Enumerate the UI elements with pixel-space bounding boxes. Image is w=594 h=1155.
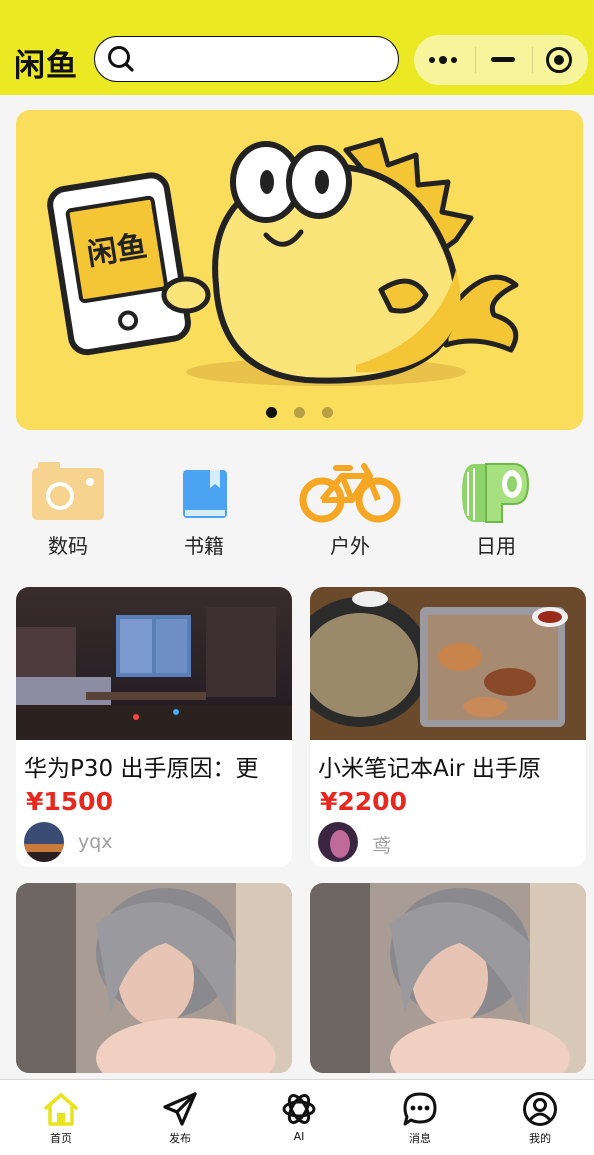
app-logo: 闲鱼 [14, 48, 78, 84]
camera-icon [32, 462, 104, 520]
category-daily[interactable]: 日用 [436, 460, 556, 560]
search-icon [108, 46, 134, 72]
product-image [16, 587, 292, 740]
product-image [310, 587, 586, 740]
category-label: 书籍 [184, 534, 224, 558]
product-title: 华为P30 出手原因：更 [24, 756, 259, 782]
banner-carousel[interactable]: 闲鱼 [16, 110, 583, 430]
carousel-dot[interactable] [265, 407, 277, 418]
avatar[interactable] [24, 822, 64, 862]
tab-ai[interactable]: AI [240, 1080, 358, 1155]
minimize-button[interactable] [474, 35, 532, 85]
product-image [310, 883, 586, 1073]
tissue-roll-icon [462, 463, 530, 523]
search-input[interactable] [94, 36, 399, 82]
seller-name: 鸢 [372, 835, 392, 857]
tab-label: 我的 [529, 1132, 551, 1145]
product-card[interactable] [16, 883, 292, 1073]
product-card[interactable]: 小米笔记本Air 出手原 ¥2200 鸢 [310, 587, 586, 867]
category-label: 日用 [476, 534, 516, 558]
header-bar: 闲鱼 [0, 0, 594, 95]
tab-profile[interactable]: 我的 [481, 1080, 594, 1155]
bicycle-icon [299, 463, 401, 523]
more-button[interactable] [414, 35, 472, 85]
category-label: 数码 [48, 534, 88, 558]
home-icon [44, 1093, 78, 1126]
product-card[interactable]: 华为P30 出手原因：更 ¥1500 yqx [16, 587, 292, 867]
tab-label: 消息 [409, 1132, 431, 1145]
bottom-tab-bar: 首页 发布 AI 消息 我的 [0, 1079, 594, 1155]
category-label: 户外 [330, 534, 370, 558]
send-icon [163, 1092, 197, 1126]
product-price: ¥1500 [26, 787, 113, 816]
seller-name: yqx [78, 831, 113, 853]
tab-label: 首页 [50, 1132, 72, 1145]
tab-label: 发布 [169, 1132, 191, 1145]
carousel-indicator [16, 403, 583, 422]
category-outdoor[interactable]: 户外 [290, 460, 410, 560]
mini-program-capsule [414, 35, 588, 85]
fish-mascot-illustration: 闲鱼 [47, 137, 519, 386]
product-card[interactable] [310, 883, 586, 1073]
ai-icon [282, 1094, 316, 1124]
minus-icon [491, 57, 515, 62]
more-dots-icon [429, 56, 457, 64]
tab-home[interactable]: 首页 [2, 1080, 120, 1155]
product-title: 小米笔记本Air 出手原 [318, 756, 541, 782]
tab-publish[interactable]: 发布 [121, 1080, 239, 1155]
target-icon [546, 47, 572, 73]
user-icon [523, 1092, 557, 1126]
tab-messages[interactable]: 消息 [361, 1080, 479, 1155]
product-image [16, 883, 292, 1073]
tab-label: AI [293, 1130, 305, 1143]
book-icon [183, 470, 227, 518]
carousel-dot[interactable] [294, 407, 305, 418]
category-digital[interactable]: 数码 [8, 460, 128, 560]
product-price: ¥2200 [320, 787, 407, 816]
avatar[interactable] [318, 822, 358, 862]
category-books[interactable]: 书籍 [144, 460, 264, 560]
carousel-dot[interactable] [322, 407, 334, 418]
close-button[interactable] [530, 35, 588, 85]
message-icon [403, 1092, 437, 1126]
